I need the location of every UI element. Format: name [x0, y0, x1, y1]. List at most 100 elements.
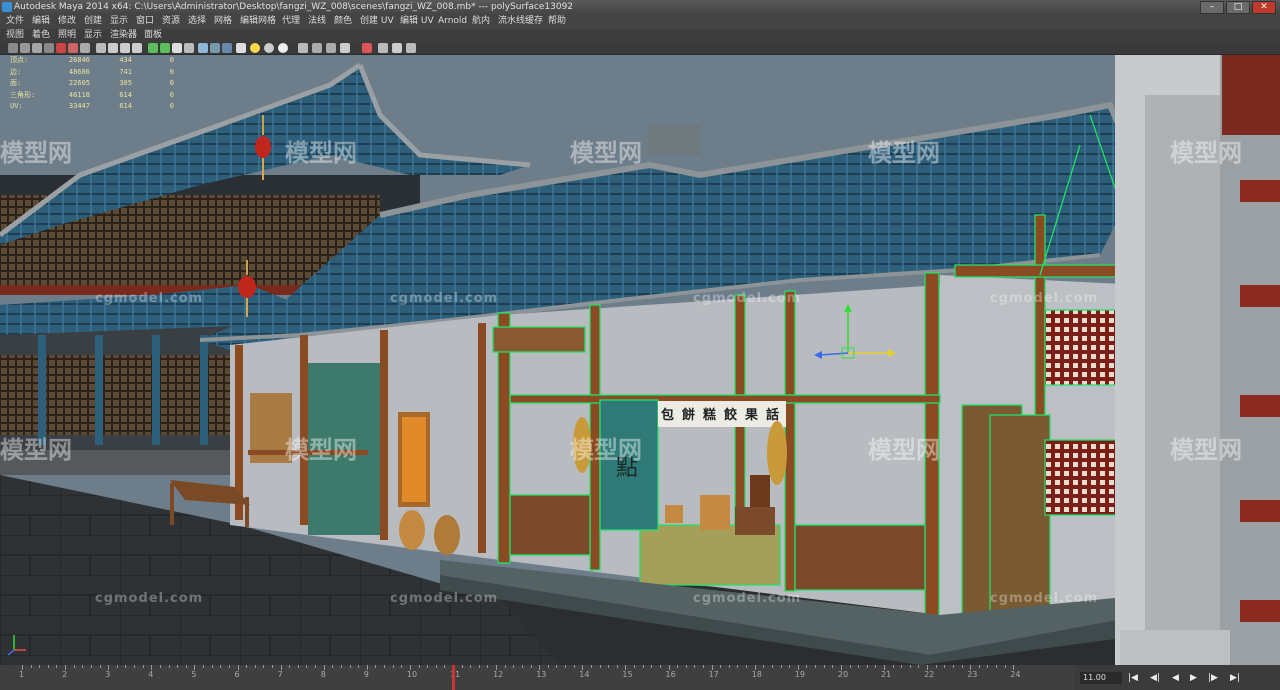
bookmark-icon[interactable]: [32, 43, 42, 53]
field-chart-icon[interactable]: [108, 43, 118, 53]
timeline-minor-tick: [901, 665, 903, 668]
timeline-minor-tick: [728, 665, 730, 668]
frame-selected-icon[interactable]: [406, 43, 416, 53]
timeline-minor-tick: [478, 665, 480, 668]
wireframe-icon[interactable]: [148, 43, 158, 53]
image-plane-icon[interactable]: [44, 43, 54, 53]
window-title: Autodesk Maya 2014 x64: C:\Users\Adminis…: [14, 2, 574, 12]
menu-plugin[interactable]: 航内: [472, 14, 490, 29]
menu-select[interactable]: 选择: [188, 14, 206, 29]
menu-assets[interactable]: 资源: [162, 14, 180, 29]
timeline-minor-tick: [565, 665, 567, 668]
resolution-gate-icon[interactable]: [80, 43, 90, 53]
sign-char-1: 包: [661, 407, 674, 423]
panel-menu-shading[interactable]: 着色: [32, 29, 50, 42]
menu-pipeline-cache[interactable]: 流水线缓存: [498, 14, 543, 29]
gate-mask-icon[interactable]: [96, 43, 106, 53]
timeline-tick-label: 8: [320, 670, 326, 679]
step-back-button[interactable]: ◀|: [1150, 673, 1160, 683]
menu-proxy[interactable]: 代理: [282, 14, 300, 29]
perspective-viewport[interactable]: 包 餅 糕 餃 果 話 點 顶点: 26846 434 0 边: 48686 7…: [0, 55, 1280, 665]
go-to-start-button[interactable]: |◀: [1128, 673, 1138, 683]
textured-icon[interactable]: [210, 43, 220, 53]
menu-normals[interactable]: 法线: [308, 14, 326, 29]
maximize-button[interactable]: □: [1226, 1, 1250, 14]
grid-icon[interactable]: [56, 43, 66, 53]
frame-all-icon[interactable]: [392, 43, 402, 53]
timeline-tick-label: 10: [406, 670, 418, 679]
wireframe-on-shaded-icon[interactable]: [172, 43, 182, 53]
render-view-icon[interactable]: [378, 43, 388, 53]
minimize-button[interactable]: –: [1200, 1, 1224, 14]
motion-blur-icon[interactable]: [312, 43, 322, 53]
hud-label: 面:: [10, 79, 22, 87]
camera-lock-icon[interactable]: [362, 43, 372, 53]
timeline-minor-tick: [521, 665, 523, 668]
panel-menu-renderer[interactable]: 渲染器: [110, 29, 137, 42]
go-to-end-button[interactable]: ▶|: [1230, 673, 1240, 683]
panel-menu-lighting[interactable]: 照明: [58, 29, 76, 42]
smooth-shade-icon[interactable]: [160, 43, 170, 53]
panel-menu-show[interactable]: 显示: [84, 29, 102, 42]
play-forward-button[interactable]: ▶: [1190, 673, 1197, 683]
timeline-minor-tick: [685, 665, 687, 668]
panel-menu-panels[interactable]: 面板: [144, 29, 162, 42]
current-frame-field[interactable]: 11.00: [1080, 672, 1122, 684]
timeline-minor-tick: [427, 665, 429, 668]
step-forward-button[interactable]: |▶: [1208, 673, 1218, 683]
play-backward-button[interactable]: ◀: [1172, 673, 1179, 683]
menu-window[interactable]: 窗口: [136, 14, 154, 29]
timeline-minor-tick: [616, 665, 618, 668]
safe-action-icon[interactable]: [120, 43, 130, 53]
timeline-tick-label: 24: [1010, 670, 1021, 679]
hud-value: 434: [119, 56, 132, 64]
anti-aliasing-icon[interactable]: [326, 43, 336, 53]
watermark-text: cgmodel.com: [693, 591, 802, 606]
hud-label: UV:: [10, 102, 23, 110]
timeline-tick-label: 20: [837, 670, 849, 679]
depth-of-field-icon[interactable]: [340, 43, 350, 53]
hud-value: 48686: [68, 67, 90, 76]
timeline-tick-label: 5: [191, 670, 197, 679]
timeline-minor-tick: [702, 665, 704, 668]
timeline-minor-tick: [392, 665, 394, 668]
select-camera-icon[interactable]: [8, 43, 18, 53]
menu-modify[interactable]: 修改: [58, 14, 76, 29]
film-gate-icon[interactable]: [68, 43, 78, 53]
lights-icon[interactable]: [222, 43, 232, 53]
menu-file[interactable]: 文件: [6, 14, 24, 29]
menu-arnold[interactable]: Arnold: [438, 14, 467, 29]
current-time-indicator[interactable]: [452, 665, 455, 690]
time-slider-bar: 1 2 3 4 5 6 7 8 9 10 11 12 13 14 15 16 17 18 19 20 21 22 23 24 …: [0, 665, 1280, 690]
menu-edit-mesh[interactable]: 编辑网格: [240, 14, 276, 29]
camera-attributes-icon[interactable]: [20, 43, 30, 53]
hud-value: 46118: [68, 90, 90, 99]
sun-light-icon[interactable]: [250, 43, 260, 53]
menu-mesh[interactable]: 网格: [214, 14, 232, 29]
timeline-tick-label: 4: [148, 670, 154, 679]
xray-icon[interactable]: [184, 43, 194, 53]
default-material-icon[interactable]: [198, 43, 208, 53]
timeline-minor-tick: [590, 665, 592, 668]
isolate-select-icon[interactable]: [298, 43, 308, 53]
sign-char-2: 餅: [681, 407, 695, 423]
time-slider[interactable]: 1 2 3 4 5 6 7 8 9 10 11 12 13 14 15 16 17 18 19 20 21 22 23 24: [0, 665, 1075, 690]
menu-display[interactable]: 显示: [110, 14, 128, 29]
close-button[interactable]: ✕: [1252, 1, 1276, 14]
timeline-minor-tick: [99, 665, 101, 668]
watermark-logo: 模型网: [868, 139, 940, 167]
menu-edit-uv[interactable]: 编辑 UV: [400, 14, 434, 29]
menu-create[interactable]: 创建: [84, 14, 102, 29]
hud-value: 0: [169, 56, 174, 64]
sphere-icon[interactable]: [278, 43, 288, 53]
timeline-minor-tick: [651, 665, 653, 668]
shadows-icon[interactable]: [236, 43, 246, 53]
timeline-minor-tick: [90, 665, 92, 668]
menu-color[interactable]: 颜色: [334, 14, 352, 29]
menu-create-uv[interactable]: 创建 UV: [360, 14, 394, 29]
safe-title-icon[interactable]: [132, 43, 142, 53]
menu-edit[interactable]: 编辑: [32, 14, 50, 29]
panel-menu-view[interactable]: 视图: [6, 29, 24, 42]
ambient-occlusion-icon[interactable]: [264, 43, 274, 53]
menu-help[interactable]: 帮助: [548, 14, 566, 29]
